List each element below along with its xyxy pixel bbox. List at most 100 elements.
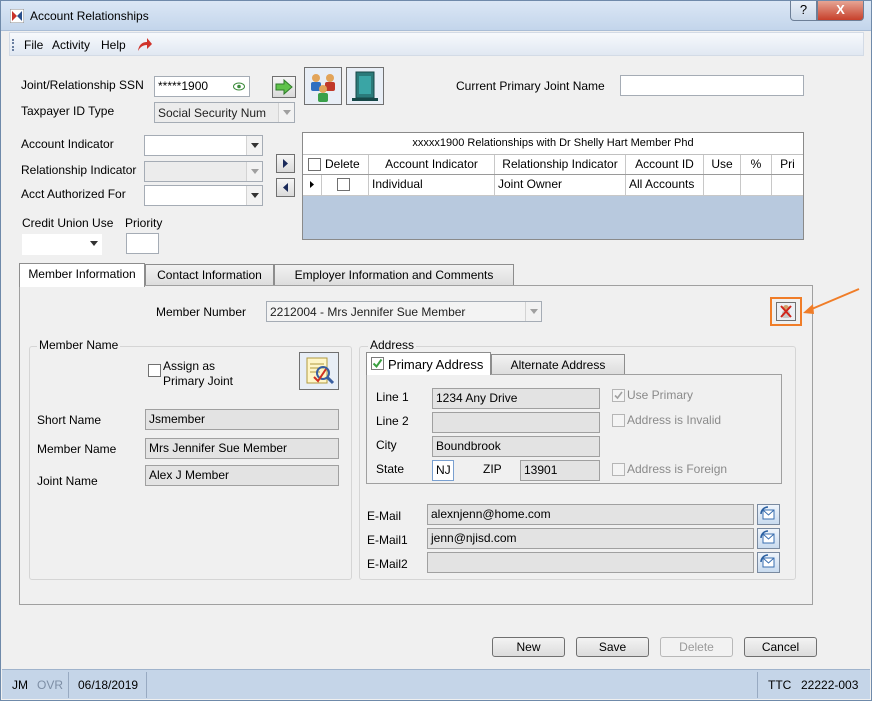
short-name-input[interactable]: Jsmember: [145, 409, 339, 430]
assign-primary-label-1: Assign as: [163, 359, 216, 373]
tab-employer-information[interactable]: Employer Information and Comments: [274, 264, 514, 286]
eye-icon[interactable]: [233, 82, 245, 91]
line1-label: Line 1: [376, 390, 409, 404]
row-delete-checkbox[interactable]: [337, 178, 350, 191]
email-label: E-Mail: [367, 509, 402, 523]
new-button[interactable]: New: [492, 637, 565, 657]
chevron-down-icon: [525, 302, 541, 321]
email2-label: E-Mail2: [367, 557, 408, 571]
email-input[interactable]: alexnjenn@home.com: [427, 504, 754, 525]
window-title: Account Relationships: [30, 9, 149, 23]
save-button[interactable]: Save: [576, 637, 649, 657]
ssn-input[interactable]: *****1900: [154, 76, 250, 97]
zip-input[interactable]: 13901: [520, 460, 600, 481]
status-site: TTC: [768, 678, 792, 692]
move-right-button[interactable]: [276, 154, 295, 173]
menu-help[interactable]: Help: [101, 38, 126, 52]
relationship-indicator-select[interactable]: [144, 161, 263, 182]
delete-button[interactable]: Delete: [660, 637, 733, 657]
status-mode: OVR: [37, 678, 64, 692]
line1-input[interactable]: 1234 Any Drive: [432, 388, 600, 409]
menu-file[interactable]: File: [24, 38, 43, 52]
chevron-down-icon: [246, 162, 262, 181]
priority-input[interactable]: [126, 233, 159, 254]
joint-name-input[interactable]: Alex J Member: [145, 465, 339, 486]
address-invalid-checkbox[interactable]: [612, 414, 625, 427]
back-arrow-icon[interactable]: [135, 37, 153, 53]
status-bar: JM OVR 06/18/2019 TTC 22222-003: [2, 669, 870, 699]
people-icon: [311, 74, 335, 102]
email-send-button[interactable]: [757, 504, 780, 525]
row-selector[interactable]: [303, 175, 322, 195]
tab-contact-information[interactable]: Contact Information: [145, 264, 274, 286]
row-account-id: All Accounts: [626, 175, 704, 195]
chevron-down-icon: [86, 234, 102, 253]
acct-authorized-label: Acct Authorized For: [21, 187, 126, 201]
go-button[interactable]: [272, 76, 296, 98]
address-group-label: Address: [368, 338, 417, 352]
menu-activity[interactable]: Activity: [52, 38, 90, 52]
email2-input[interactable]: [427, 552, 754, 573]
row-delete-cell[interactable]: [322, 175, 369, 195]
table-row[interactable]: Individual Joint Owner All Accounts: [303, 175, 803, 196]
relationship-indicator-label: Relationship Indicator: [21, 163, 137, 177]
tab-member-information[interactable]: Member Information: [19, 263, 145, 287]
relationships-grid: xxxxx1900 Relationships with Dr Shelly H…: [302, 132, 804, 240]
row-use: [704, 175, 741, 195]
member-name-input[interactable]: Mrs Jennifer Sue Member: [145, 438, 339, 459]
status-separator: [146, 672, 147, 698]
app-icon: [10, 9, 24, 23]
select-all-checkbox[interactable]: [308, 158, 321, 171]
tab-alternate-address[interactable]: Alternate Address: [491, 354, 625, 375]
grid-header-pct[interactable]: %: [741, 155, 772, 174]
joint-name-label: Joint Name: [37, 474, 98, 488]
city-input[interactable]: Boundbrook: [432, 436, 600, 457]
member-number-label: Member Number: [156, 305, 247, 319]
status-code: 22222-003: [801, 678, 859, 692]
current-primary-label: Current Primary Joint Name: [456, 79, 605, 93]
grid-header-account-id[interactable]: Account ID: [626, 155, 704, 174]
chevron-down-icon: [246, 186, 262, 205]
search-member-button[interactable]: [299, 352, 339, 390]
close-button[interactable]: X: [817, 1, 864, 21]
status-separator: [68, 672, 69, 698]
grid-header: Delete Account Indicator Relationship In…: [303, 155, 803, 175]
assign-primary-checkbox[interactable]: [148, 364, 161, 377]
state-input[interactable]: NJ: [432, 460, 454, 481]
grid-header-account-indicator[interactable]: Account Indicator: [369, 155, 495, 174]
exit-button[interactable]: [346, 67, 384, 105]
menu-grip-icon: [12, 39, 14, 51]
taxpayer-select[interactable]: Social Security Num: [154, 102, 295, 123]
primary-address-panel: Line 1 1234 Any Drive Line 2 City Boundb…: [366, 374, 782, 484]
address-foreign-checkbox[interactable]: [612, 463, 625, 476]
credit-union-use-select[interactable]: [22, 234, 102, 255]
email1-label: E-Mail1: [367, 533, 408, 547]
email1-input[interactable]: jenn@njisd.com: [427, 528, 754, 549]
grid-header-delete[interactable]: Delete: [303, 155, 369, 174]
member-name-label: Member Name: [37, 442, 117, 456]
email2-send-button[interactable]: [757, 552, 780, 573]
member-name-group-label: Member Name: [37, 338, 121, 352]
remove-member-highlight: [770, 297, 802, 326]
account-indicator-select[interactable]: [144, 135, 263, 156]
acct-authorized-select[interactable]: [144, 185, 263, 206]
tab-primary-address[interactable]: Primary Address: [366, 352, 491, 375]
help-button[interactable]: ?: [790, 1, 817, 21]
move-left-button[interactable]: [276, 178, 295, 197]
grid-header-use[interactable]: Use: [704, 155, 741, 174]
remove-member-button[interactable]: [776, 302, 796, 321]
grid-header-pri[interactable]: Pri: [772, 155, 803, 174]
email1-send-button[interactable]: [757, 528, 780, 549]
member-number-select[interactable]: 2212004 - Mrs Jennifer Sue Member: [266, 301, 542, 322]
grid-caption: xxxxx1900 Relationships with Dr Shelly H…: [303, 133, 803, 155]
triangle-right-icon: [283, 159, 288, 168]
current-primary-input[interactable]: [620, 75, 804, 96]
green-arrow-icon: [275, 78, 293, 96]
line2-input[interactable]: [432, 412, 600, 433]
use-primary-checkbox[interactable]: [612, 389, 625, 402]
cancel-button[interactable]: Cancel: [744, 637, 817, 657]
ssn-label: Joint/Relationship SSN: [21, 78, 144, 92]
taxpayer-value: Social Security Num: [158, 106, 267, 120]
relationships-button[interactable]: [304, 67, 342, 105]
grid-header-relationship-indicator[interactable]: Relationship Indicator: [495, 155, 626, 174]
